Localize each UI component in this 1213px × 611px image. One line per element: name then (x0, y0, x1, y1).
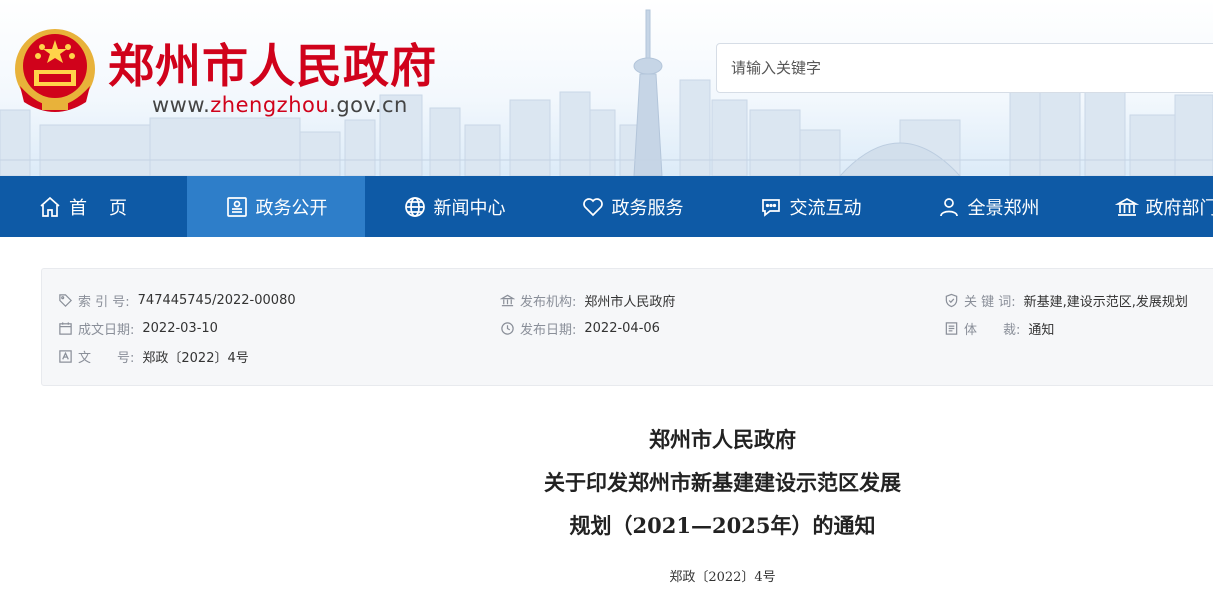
keywords-value: 新基建,建设示范区,发展规划 (1023, 295, 1188, 310)
nav-label: 交流互动 (789, 197, 862, 219)
document-metadata-panel: 索 引 号: 747445745/2022-00080 成文日期: 2022-0… (41, 268, 1213, 386)
created-date-value: 2022-03-10 (142, 321, 218, 336)
index-number-label: 索 引 号: (78, 295, 130, 310)
nav-label: 政府部门 (1145, 197, 1213, 219)
genre-row: 体 裁: 通知 (944, 319, 1054, 338)
genre-label: 体 裁: (964, 323, 1021, 338)
building-icon (500, 294, 515, 307)
document-title-line-3: 规划（2021—2025年）的通知 (569, 513, 876, 538)
calendar-icon (59, 322, 72, 335)
search-input[interactable] (716, 43, 1213, 93)
published-date-value: 2022-04-06 (584, 321, 660, 336)
main-nav: 首页 政务公开 新闻中心 政务服务 交流互动 全景郑州 政府部门 (0, 176, 1213, 237)
url-prefix: www. (152, 93, 211, 117)
genre-value: 通知 (1028, 323, 1055, 338)
nav-item-government-affairs[interactable]: 政务公开 (187, 176, 365, 237)
nav-label: 政务公开 (255, 197, 328, 219)
publisher-row: 发布机构: 郑州市人民政府 (500, 291, 675, 310)
nav-item-home[interactable]: 首页 (0, 176, 187, 237)
url-suffix: .gov.cn (329, 93, 408, 117)
text-icon (59, 350, 72, 363)
nav-item-panorama[interactable]: 全景郑州 (899, 176, 1077, 237)
tag-icon (59, 294, 72, 307)
index-number-row: 索 引 号: 747445745/2022-00080 (58, 291, 296, 310)
nav-item-government-services[interactable]: 政务服务 (543, 176, 721, 237)
url-highlight: zhengzhou (210, 93, 330, 117)
nav-label: 政务服务 (611, 197, 684, 219)
site-header: 郑州市人民政府 www.zhengzhou.gov.cn (0, 0, 1213, 176)
user-icon (939, 197, 958, 216)
list-icon (945, 322, 958, 335)
building-icon (1114, 197, 1139, 216)
publisher-value: 郑州市人民政府 (584, 295, 676, 310)
nav-label: 全景郑州 (967, 197, 1040, 219)
document-number: 郑政〔2022〕4号 (669, 570, 776, 585)
globe-icon (404, 196, 425, 217)
keywords-label: 关 键 词: (964, 295, 1016, 310)
nav-label: 新闻中心 (433, 197, 506, 219)
keywords-row: 关 键 词: 新基建,建设示范区,发展规划 (944, 291, 1188, 310)
chat-icon (761, 198, 780, 217)
created-date-row: 成文日期: 2022-03-10 (58, 319, 218, 338)
site-url: www.zhengzhou.gov.cn (152, 93, 408, 117)
document-number-row: 文 号: 郑政〔2022〕4号 (58, 347, 249, 366)
document-title-line-2: 关于印发郑州市新基建建设示范区发展 (544, 470, 901, 495)
nav-item-departments[interactable]: 政府部门 (1077, 176, 1213, 237)
document-number-label: 文 号: (78, 351, 135, 366)
clock-icon (501, 322, 514, 335)
nav-label: 首页 (69, 197, 149, 219)
published-date-label: 发布日期: (520, 323, 577, 338)
home-icon (40, 196, 60, 217)
published-date-row: 发布日期: 2022-04-06 (500, 319, 660, 338)
shield-icon (945, 293, 958, 308)
national-emblem-logo (15, 29, 95, 112)
nav-item-news-center[interactable]: 新闻中心 (365, 176, 543, 237)
document-icon (226, 196, 247, 217)
publisher-label: 发布机构: (520, 295, 577, 310)
heart-icon (582, 197, 603, 216)
created-date-label: 成文日期: (78, 323, 135, 338)
nav-item-interaction[interactable]: 交流互动 (721, 176, 899, 237)
index-number-value: 747445745/2022-00080 (137, 293, 296, 308)
document-title-line-1: 郑州市人民政府 (649, 427, 796, 452)
document-number-value: 郑政〔2022〕4号 (142, 351, 249, 366)
site-title[interactable]: 郑州市人民政府 (108, 30, 437, 96)
